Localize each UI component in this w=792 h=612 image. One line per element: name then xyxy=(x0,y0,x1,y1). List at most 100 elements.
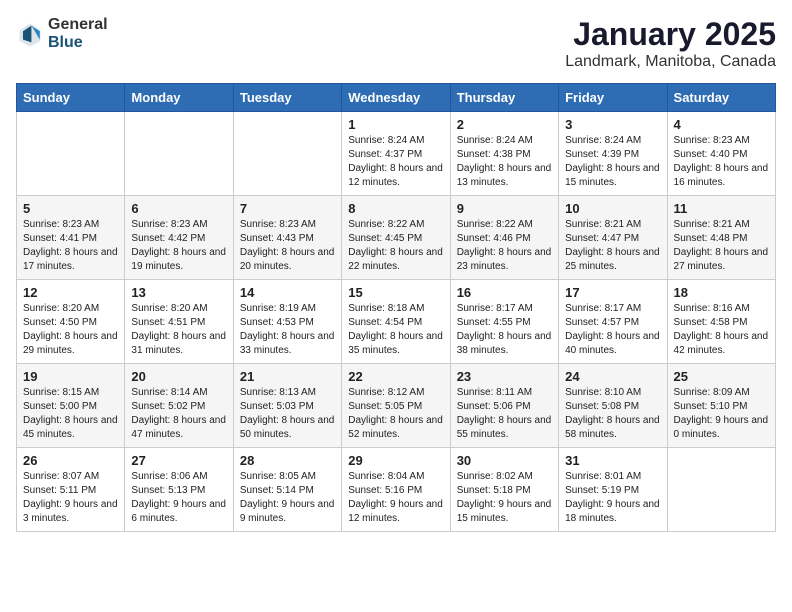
column-header-wednesday: Wednesday xyxy=(342,84,450,112)
day-info: Sunrise: 8:04 AMSunset: 5:16 PMDaylight:… xyxy=(348,470,443,526)
day-info: Sunrise: 8:21 AMSunset: 4:48 PMDaylight:… xyxy=(674,218,769,274)
calendar-cell: 12 Sunrise: 8:20 AMSunset: 4:50 PMDayligh… xyxy=(17,280,125,364)
logo-text: General Blue xyxy=(48,16,108,51)
day-info: Sunrise: 8:06 AMSunset: 5:13 PMDaylight:… xyxy=(131,470,226,526)
day-info: Sunrise: 8:20 AMSunset: 4:50 PMDaylight:… xyxy=(23,302,118,358)
day-number: 22 xyxy=(348,369,443,384)
calendar-week-row: 1 Sunrise: 8:24 AMSunset: 4:37 PMDaylight… xyxy=(17,112,776,196)
column-header-thursday: Thursday xyxy=(450,84,558,112)
day-info: Sunrise: 8:18 AMSunset: 4:54 PMDaylight:… xyxy=(348,302,443,358)
day-number: 10 xyxy=(565,201,660,216)
day-number: 23 xyxy=(457,369,552,384)
calendar-cell: 28 Sunrise: 8:05 AMSunset: 5:14 PMDayligh… xyxy=(233,448,341,532)
day-info: Sunrise: 8:13 AMSunset: 5:03 PMDaylight:… xyxy=(240,386,335,442)
day-info: Sunrise: 8:16 AMSunset: 4:58 PMDaylight:… xyxy=(674,302,769,358)
day-info: Sunrise: 8:07 AMSunset: 5:11 PMDaylight:… xyxy=(23,470,118,526)
calendar-cell: 11 Sunrise: 8:21 AMSunset: 4:48 PMDayligh… xyxy=(667,196,775,280)
column-header-saturday: Saturday xyxy=(667,84,775,112)
calendar-cell: 15 Sunrise: 8:18 AMSunset: 4:54 PMDayligh… xyxy=(342,280,450,364)
day-number: 21 xyxy=(240,369,335,384)
day-number: 27 xyxy=(131,453,226,468)
calendar-cell: 10 Sunrise: 8:21 AMSunset: 4:47 PMDayligh… xyxy=(559,196,667,280)
calendar-cell: 2 Sunrise: 8:24 AMSunset: 4:38 PMDaylight… xyxy=(450,112,558,196)
day-info: Sunrise: 8:22 AMSunset: 4:45 PMDaylight:… xyxy=(348,218,443,274)
day-number: 8 xyxy=(348,201,443,216)
calendar-cell: 27 Sunrise: 8:06 AMSunset: 5:13 PMDayligh… xyxy=(125,448,233,532)
day-number: 2 xyxy=(457,117,552,132)
day-info: Sunrise: 8:10 AMSunset: 5:08 PMDaylight:… xyxy=(565,386,660,442)
day-info: Sunrise: 8:23 AMSunset: 4:41 PMDaylight:… xyxy=(23,218,118,274)
calendar-cell: 8 Sunrise: 8:22 AMSunset: 4:45 PMDaylight… xyxy=(342,196,450,280)
calendar-cell: 1 Sunrise: 8:24 AMSunset: 4:37 PMDaylight… xyxy=(342,112,450,196)
day-number: 20 xyxy=(131,369,226,384)
day-number: 13 xyxy=(131,285,226,300)
column-header-monday: Monday xyxy=(125,84,233,112)
calendar-cell: 9 Sunrise: 8:22 AMSunset: 4:46 PMDaylight… xyxy=(450,196,558,280)
calendar-cell: 5Sunrise: 8:23 AMSunset: 4:41 PMDaylight… xyxy=(17,196,125,280)
calendar-table: SundayMondayTuesdayWednesdayThursdayFrid… xyxy=(16,83,776,532)
calendar-cell: 20Sunrise: 8:14 AMSunset: 5:02 PMDayligh… xyxy=(125,364,233,448)
calendar-week-row: 12 Sunrise: 8:20 AMSunset: 4:50 PMDayligh… xyxy=(17,280,776,364)
day-number: 29 xyxy=(348,453,443,468)
calendar-cell: 6 Sunrise: 8:23 AMSunset: 4:42 PMDaylight… xyxy=(125,196,233,280)
day-number: 28 xyxy=(240,453,335,468)
day-info: Sunrise: 8:23 AMSunset: 4:40 PMDaylight:… xyxy=(674,134,769,190)
day-number: 1 xyxy=(348,117,443,132)
day-number: 18 xyxy=(674,285,769,300)
logo-icon xyxy=(16,20,44,48)
day-info: Sunrise: 8:24 AMSunset: 4:39 PMDaylight:… xyxy=(565,134,660,190)
calendar-cell: 24Sunrise: 8:10 AMSunset: 5:08 PMDayligh… xyxy=(559,364,667,448)
calendar-cell xyxy=(125,112,233,196)
day-info: Sunrise: 8:09 AMSunset: 5:10 PMDaylight:… xyxy=(674,386,769,442)
day-info: Sunrise: 8:15 AMSunset: 5:00 PMDaylight:… xyxy=(23,386,118,442)
day-number: 4 xyxy=(674,117,769,132)
calendar-cell: 30Sunrise: 8:02 AMSunset: 5:18 PMDayligh… xyxy=(450,448,558,532)
calendar-cell: 23 Sunrise: 8:11 AMSunset: 5:06 PMDayligh… xyxy=(450,364,558,448)
day-info: Sunrise: 8:11 AMSunset: 5:06 PMDaylight:… xyxy=(457,386,552,442)
day-info: Sunrise: 8:22 AMSunset: 4:46 PMDaylight:… xyxy=(457,218,552,274)
day-number: 12 xyxy=(23,285,118,300)
day-info: Sunrise: 8:01 AMSunset: 5:19 PMDaylight:… xyxy=(565,470,660,526)
location-title: Landmark, Manitoba, Canada xyxy=(565,53,776,71)
calendar-cell: 19Sunrise: 8:15 AMSunset: 5:00 PMDayligh… xyxy=(17,364,125,448)
day-info: Sunrise: 8:05 AMSunset: 5:14 PMDaylight:… xyxy=(240,470,335,526)
calendar-cell: 16Sunrise: 8:17 AMSunset: 4:55 PMDayligh… xyxy=(450,280,558,364)
calendar-cell xyxy=(17,112,125,196)
column-header-friday: Friday xyxy=(559,84,667,112)
calendar-cell: 29 Sunrise: 8:04 AMSunset: 5:16 PMDayligh… xyxy=(342,448,450,532)
page-header: General Blue January 2025 Landmark, Mani… xyxy=(16,16,776,71)
calendar-cell: 3 Sunrise: 8:24 AMSunset: 4:39 PMDaylight… xyxy=(559,112,667,196)
day-info: Sunrise: 8:24 AMSunset: 4:37 PMDaylight:… xyxy=(348,134,443,190)
day-number: 3 xyxy=(565,117,660,132)
day-info: Sunrise: 8:21 AMSunset: 4:47 PMDaylight:… xyxy=(565,218,660,274)
day-info: Sunrise: 8:23 AMSunset: 4:42 PMDaylight:… xyxy=(131,218,226,274)
day-number: 6 xyxy=(131,201,226,216)
calendar-cell xyxy=(233,112,341,196)
day-number: 14 xyxy=(240,285,335,300)
calendar-cell: 21 Sunrise: 8:13 AMSunset: 5:03 PMDayligh… xyxy=(233,364,341,448)
calendar-cell: 7 Sunrise: 8:23 AMSunset: 4:43 PMDaylight… xyxy=(233,196,341,280)
day-number: 11 xyxy=(674,201,769,216)
calendar-cell: 4 Sunrise: 8:23 AMSunset: 4:40 PMDaylight… xyxy=(667,112,775,196)
day-info: Sunrise: 8:24 AMSunset: 4:38 PMDaylight:… xyxy=(457,134,552,190)
day-info: Sunrise: 8:17 AMSunset: 4:55 PMDaylight:… xyxy=(457,302,552,358)
day-number: 26 xyxy=(23,453,118,468)
logo-general-text: General xyxy=(48,16,108,34)
day-number: 9 xyxy=(457,201,552,216)
day-number: 30 xyxy=(457,453,552,468)
title-block: January 2025 Landmark, Manitoba, Canada xyxy=(565,16,776,71)
calendar-cell: 14 Sunrise: 8:19 AMSunset: 4:53 PMDayligh… xyxy=(233,280,341,364)
calendar-cell: 17 Sunrise: 8:17 AMSunset: 4:57 PMDayligh… xyxy=(559,280,667,364)
day-info: Sunrise: 8:19 AMSunset: 4:53 PMDaylight:… xyxy=(240,302,335,358)
day-info: Sunrise: 8:17 AMSunset: 4:57 PMDaylight:… xyxy=(565,302,660,358)
day-number: 17 xyxy=(565,285,660,300)
column-header-tuesday: Tuesday xyxy=(233,84,341,112)
calendar-week-row: 26 Sunrise: 8:07 AMSunset: 5:11 PMDayligh… xyxy=(17,448,776,532)
logo-blue-text: Blue xyxy=(48,34,108,52)
column-header-sunday: Sunday xyxy=(17,84,125,112)
day-number: 15 xyxy=(348,285,443,300)
calendar-cell: 18 Sunrise: 8:16 AMSunset: 4:58 PMDayligh… xyxy=(667,280,775,364)
day-number: 7 xyxy=(240,201,335,216)
day-info: Sunrise: 8:23 AMSunset: 4:43 PMDaylight:… xyxy=(240,218,335,274)
calendar-week-row: 5Sunrise: 8:23 AMSunset: 4:41 PMDaylight… xyxy=(17,196,776,280)
